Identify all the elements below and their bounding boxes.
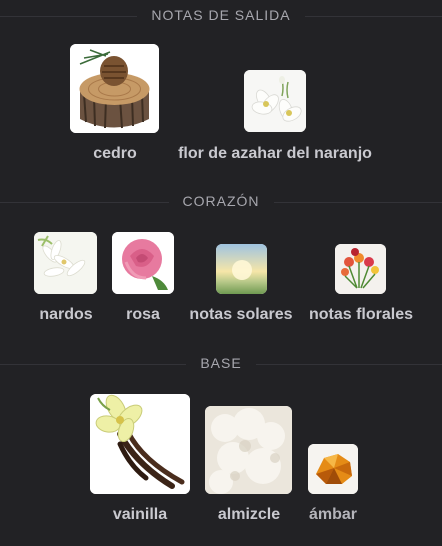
note-label: nardos: [39, 306, 93, 323]
vanilla-icon: [90, 394, 190, 494]
note-label: notas florales: [308, 306, 414, 323]
section-title: BASE: [186, 355, 256, 371]
note-label: almizcle: [217, 506, 281, 523]
note-label: ámbar: [308, 506, 358, 523]
musk-icon: [205, 406, 292, 494]
sunlight-icon: [216, 244, 267, 294]
section-header-notas-de-salida: NOTAS DE SALIDA: [0, 4, 442, 28]
section-title: NOTAS DE SALIDA: [137, 7, 305, 23]
tuberose-icon: [34, 232, 97, 294]
section-header-base: BASE: [0, 352, 442, 376]
note-label: rosa: [126, 306, 160, 323]
note-label: flor de azahar del naranjo: [178, 145, 372, 162]
rose-icon: [112, 232, 174, 294]
section-title: CORAZÓN: [168, 193, 274, 209]
amber-icon: [308, 444, 358, 494]
note-label: cedro: [93, 145, 137, 162]
flower-bouquet-icon: [335, 244, 386, 294]
note-label: vainilla: [112, 506, 168, 523]
orange-blossom-icon: [244, 70, 306, 132]
note-label: notas solares: [189, 306, 293, 323]
cedar-wood-slice-icon: [70, 44, 159, 133]
section-header-corazon: CORAZÓN: [0, 190, 442, 214]
